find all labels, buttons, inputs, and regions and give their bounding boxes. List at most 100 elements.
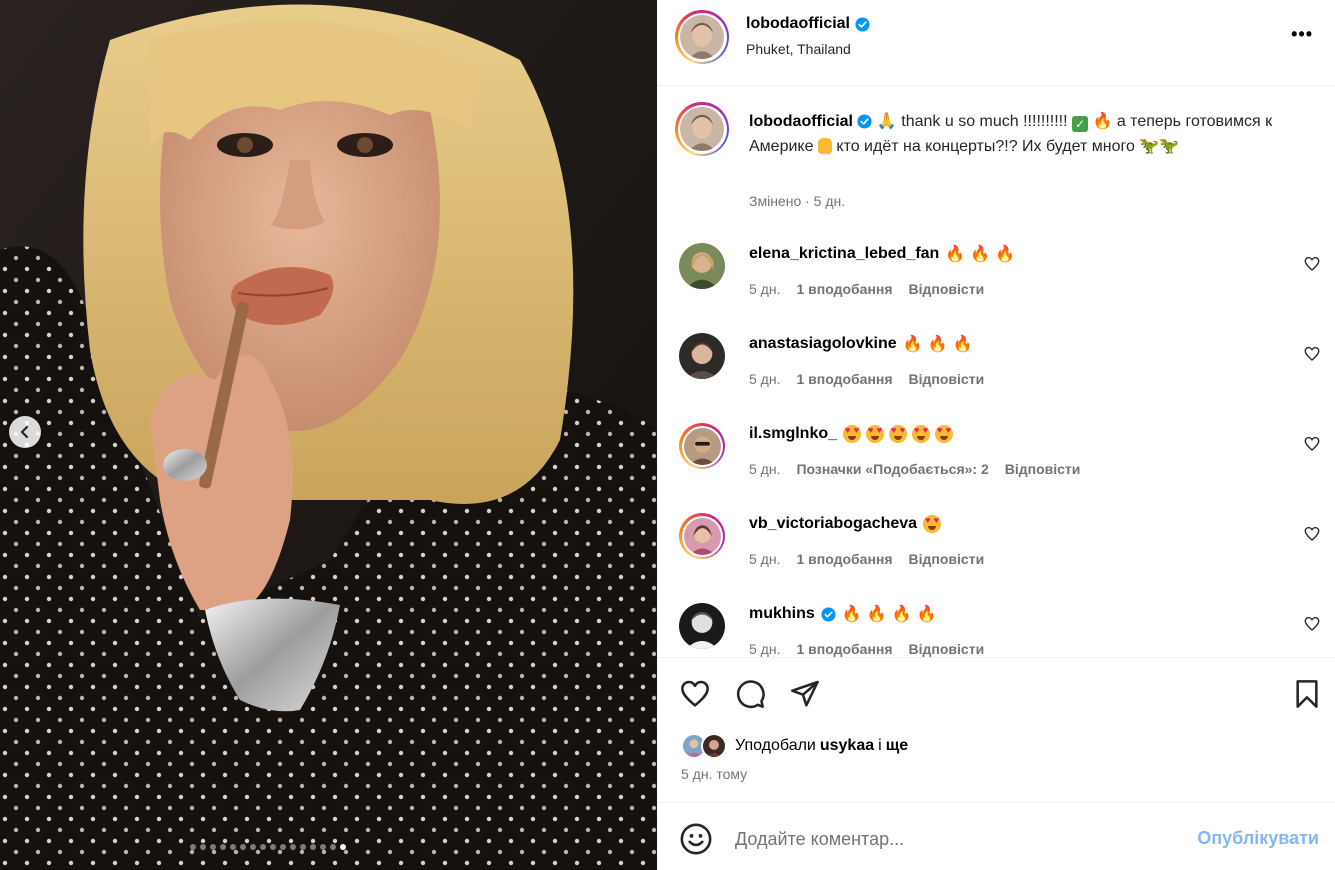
emoji-picker-icon[interactable] — [679, 822, 713, 856]
comment-item: mukhins 🔥 🔥 🔥 🔥 5 дн. 1 вподобання Відпо… — [657, 603, 1335, 657]
post-actions: Уподобали usykaa і ще 5 дн. тому — [657, 657, 1335, 803]
carousel-dot — [210, 844, 216, 850]
comment-text: 🔥 🔥 🔥 🔥 — [841, 604, 937, 623]
post-location[interactable]: Phuket, Thailand — [746, 41, 851, 57]
comment-username[interactable]: elena_krictina_lebed_fan — [749, 245, 939, 263]
reply-button[interactable]: Відповісти — [909, 371, 985, 387]
comment-time[interactable]: 5 дн. — [749, 461, 780, 477]
carousel-dot — [190, 844, 196, 850]
comment-bubble-icon[interactable] — [734, 678, 766, 710]
carousel-indicator — [190, 844, 346, 850]
comment-username[interactable]: anastasiagolovkine — [749, 335, 897, 353]
carousel-dot — [290, 844, 296, 850]
more-options-button[interactable]: ••• — [1291, 24, 1313, 45]
save-bookmark-icon[interactable] — [1291, 678, 1323, 710]
caption-avatar[interactable] — [675, 102, 729, 156]
carousel-dot — [260, 844, 266, 850]
comment-username[interactable]: il.smglnko_ — [749, 425, 837, 443]
heart-eyes-icon — [935, 425, 954, 443]
comment-item: elena_krictina_lebed_fan 🔥 🔥 🔥 5 дн. 1 в… — [657, 243, 1335, 333]
commenter-avatar[interactable] — [679, 333, 725, 379]
verified-badge-icon — [857, 114, 872, 129]
like-comment-icon[interactable] — [1303, 345, 1321, 363]
carousel-dot — [200, 844, 206, 850]
likes-summary: Уподобали usykaa і ще — [681, 733, 908, 759]
comment-likes[interactable]: 1 вподобання — [796, 371, 892, 387]
comment-item: il.smglnko_ 5 дн. Позначки «Подобається»… — [657, 423, 1335, 513]
comment-content: mukhins 🔥 🔥 🔥 🔥 — [749, 605, 937, 623]
comment-likes[interactable]: Позначки «Подобається»: 2 — [796, 461, 988, 477]
comment-username[interactable]: mukhins — [749, 605, 815, 623]
liker-avatars[interactable] — [681, 733, 731, 759]
reply-button[interactable]: Відповісти — [909, 641, 985, 657]
share-send-icon[interactable] — [789, 678, 821, 710]
commenter-avatar[interactable] — [679, 243, 725, 289]
like-heart-icon[interactable] — [679, 678, 711, 710]
caption-username[interactable]: lobodaofficial — [749, 113, 853, 130]
author-avatar[interactable] — [675, 10, 729, 64]
post-time[interactable]: 5 дн. тому — [681, 766, 747, 782]
like-comment-icon[interactable] — [1303, 525, 1321, 543]
add-comment-bar: Опублікувати — [657, 804, 1335, 870]
comment-time[interactable]: 5 дн. — [749, 641, 780, 657]
author-username[interactable]: lobodaofficial — [746, 15, 850, 33]
comment-likes[interactable]: 1 вподобання — [796, 641, 892, 657]
comment-meta: 5 дн. 1 вподобання Відповісти — [749, 371, 984, 387]
comment-meta: 5 дн. 1 вподобання Відповісти — [749, 281, 984, 297]
post-image — [0, 0, 657, 870]
comment-meta: 5 дн. 1 вподобання Відповісти — [749, 551, 984, 567]
carousel-dot — [250, 844, 256, 850]
carousel-dot — [220, 844, 226, 850]
comment-meta: 5 дн. Позначки «Подобається»: 2 Відповіс… — [749, 461, 1080, 477]
post-photo[interactable] — [0, 0, 657, 870]
comment-input[interactable] — [735, 824, 1175, 854]
caption-text-1: 🙏 thank u so much !!!!!!!!!! — [872, 113, 1073, 130]
publish-button[interactable]: Опублікувати — [1197, 828, 1319, 849]
heart-eyes-icon — [912, 425, 931, 443]
previous-photo-button[interactable] — [9, 416, 41, 448]
carousel-dot — [240, 844, 246, 850]
liker-username[interactable]: usykaa — [820, 737, 874, 755]
likes-more-link[interactable]: ще — [886, 737, 908, 755]
reply-button[interactable]: Відповісти — [1005, 461, 1081, 477]
likes-joiner: і — [878, 737, 882, 754]
commenter-avatar[interactable] — [679, 603, 725, 649]
heart-eyes-emojis — [843, 425, 954, 443]
like-comment-icon[interactable] — [1303, 255, 1321, 273]
comment-time[interactable]: 5 дн. — [749, 281, 780, 297]
chevron-left-icon — [20, 425, 29, 439]
comment-content: il.smglnko_ — [749, 425, 954, 443]
post-caption: lobodaofficial 🙏 thank u so much !!!!!!!… — [749, 109, 1304, 159]
likes-prefix: Уподобали — [735, 737, 816, 754]
carousel-dot — [280, 844, 286, 850]
caption-text-3: кто идёт на концерты?!? Их будет много — [831, 138, 1140, 155]
author-username-row: lobodaofficial — [746, 15, 870, 33]
comment-time[interactable]: 5 дн. — [749, 551, 780, 567]
carousel-dot — [340, 844, 346, 850]
commenter-avatar[interactable] — [679, 423, 725, 469]
verified-badge-icon — [821, 606, 836, 622]
reply-button[interactable]: Відповісти — [909, 281, 985, 297]
comment-content: elena_krictina_lebed_fan 🔥 🔥 🔥 — [749, 245, 1015, 263]
comments-list[interactable]: lobodaofficial 🙏 thank u so much !!!!!!!… — [657, 87, 1335, 657]
comment-item: vb_victoriabogacheva 5 дн. 1 вподобання … — [657, 513, 1335, 603]
heart-eyes-icon — [923, 515, 942, 533]
reply-button[interactable]: Відповісти — [909, 551, 985, 567]
comment-meta: 5 дн. 1 вподобання Відповісти — [749, 641, 984, 657]
carousel-dot — [330, 844, 336, 850]
caption-edited-time: Змінено · 5 дн. — [749, 193, 846, 209]
carousel-dot — [230, 844, 236, 850]
heart-eyes-icon — [843, 425, 862, 443]
post-header: lobodaofficial Phuket, Thailand ••• — [657, 0, 1335, 86]
comment-username[interactable]: vb_victoriabogacheva — [749, 515, 917, 533]
dinosaur-emoji: 🦖🦖 — [1139, 138, 1180, 155]
commenter-avatar[interactable] — [679, 513, 725, 559]
comment-likes[interactable]: 1 вподобання — [796, 281, 892, 297]
comment-time[interactable]: 5 дн. — [749, 371, 780, 387]
carousel-dot — [310, 844, 316, 850]
like-comment-icon[interactable] — [1303, 435, 1321, 453]
comment-likes[interactable]: 1 вподобання — [796, 551, 892, 567]
carousel-dot — [270, 844, 276, 850]
like-comment-icon[interactable] — [1303, 615, 1321, 633]
comment-item: anastasiagolovkine 🔥 🔥 🔥 5 дн. 1 вподоба… — [657, 333, 1335, 423]
